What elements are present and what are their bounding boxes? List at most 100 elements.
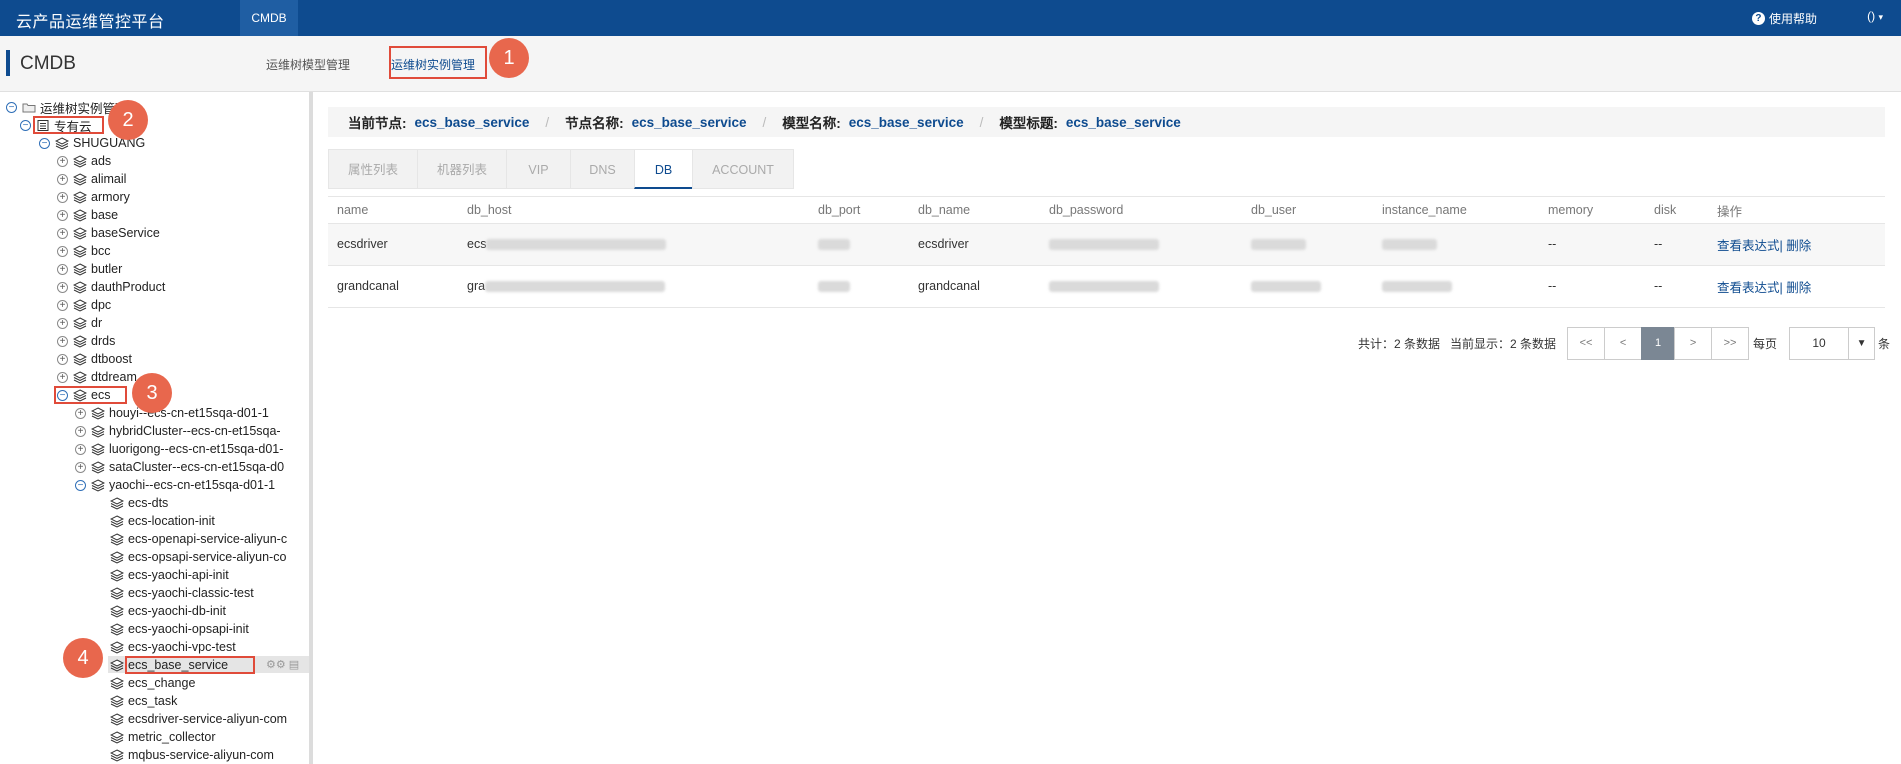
tree-node-label: baseService bbox=[91, 226, 160, 240]
tree-node-service-cluster[interactable]: + sataCluster--ecs-cn-et15sqa-d0 bbox=[75, 458, 284, 476]
column-header[interactable]: db_port bbox=[809, 198, 909, 224]
tree-node-service[interactable]: ecs-yaochi-opsapi-init bbox=[94, 620, 249, 638]
expand-toggle-icon[interactable]: + bbox=[57, 353, 68, 365]
tree-node-service[interactable]: ecs_change bbox=[94, 674, 195, 692]
expand-toggle-icon[interactable]: + bbox=[57, 209, 68, 221]
layer-stack-icon bbox=[110, 748, 124, 762]
redacted-value bbox=[818, 281, 850, 293]
expand-toggle-icon[interactable]: + bbox=[75, 461, 86, 473]
tree-node-product[interactable]: + dauthProduct bbox=[57, 278, 165, 296]
pager-last-button[interactable]: >> bbox=[1711, 327, 1750, 360]
tree-node-label: bcc bbox=[91, 244, 111, 258]
expand-toggle-icon[interactable]: + bbox=[57, 191, 68, 203]
tree-node-product[interactable]: + dtdream bbox=[57, 368, 137, 386]
tree-node-product[interactable]: + ads bbox=[57, 152, 111, 170]
tab-vip[interactable]: VIP bbox=[506, 149, 570, 189]
tree-node-service[interactable]: ecsdriver-service-aliyun-com bbox=[94, 710, 287, 728]
expand-toggle-icon[interactable]: + bbox=[57, 335, 68, 347]
collapse-toggle-icon[interactable]: − bbox=[75, 479, 86, 491]
expand-toggle-icon[interactable]: + bbox=[57, 173, 68, 185]
expand-toggle-icon[interactable]: + bbox=[57, 317, 68, 329]
tree-node-service[interactable]: ecs-yaochi-api-init bbox=[94, 566, 229, 584]
column-header[interactable]: disk bbox=[1645, 198, 1708, 224]
nav-tab-cmdb[interactable]: CMDB bbox=[240, 0, 298, 36]
tree-node-service[interactable]: ecs-yaochi-classic-test bbox=[94, 584, 254, 602]
column-header[interactable]: db_user bbox=[1242, 198, 1373, 224]
expand-toggle-icon[interactable]: + bbox=[75, 443, 86, 455]
view-expression-link[interactable]: 查看表达式 bbox=[1717, 239, 1780, 253]
user-menu[interactable]: () ▾ bbox=[1867, 9, 1883, 23]
layer-stack-icon bbox=[110, 658, 124, 672]
tree-node-service-cluster[interactable]: − yaochi--ecs-cn-et15sqa-d01-1 bbox=[75, 476, 275, 494]
pager-prev-button[interactable]: < bbox=[1604, 327, 1643, 360]
tree-node-service[interactable]: metric_collector bbox=[94, 728, 216, 746]
expand-toggle-icon[interactable]: + bbox=[57, 371, 68, 383]
expand-toggle-icon[interactable]: + bbox=[57, 245, 68, 257]
expand-toggle-icon[interactable]: + bbox=[57, 155, 68, 167]
tree-node-service-cluster[interactable]: + luorigong--ecs-cn-et15sqa-d01- bbox=[75, 440, 283, 458]
tree-node-service-cluster[interactable]: + hybridCluster--ecs-cn-et15sqa- bbox=[75, 422, 281, 440]
pager-first-button[interactable]: << bbox=[1567, 327, 1606, 360]
tree-node-service-cluster[interactable]: + houyi--ecs-cn-et15sqa-d01-1 bbox=[75, 404, 269, 422]
column-header[interactable]: instance_name bbox=[1373, 198, 1539, 224]
tree-node-label: ecs-location-init bbox=[128, 514, 215, 528]
node-settings-icon[interactable]: ⚙⚙ bbox=[266, 659, 286, 671]
tree-node-product[interactable]: + baseService bbox=[57, 224, 160, 242]
tab-db[interactable]: DB bbox=[634, 149, 692, 189]
tree-node-label: houyi--ecs-cn-et15sqa-d01-1 bbox=[109, 406, 269, 420]
collapse-toggle-icon[interactable]: − bbox=[6, 101, 17, 113]
view-expression-link[interactable]: 查看表达式 bbox=[1717, 281, 1780, 295]
tab-attribute-list[interactable]: 属性列表 bbox=[328, 149, 417, 189]
expand-toggle-icon[interactable]: + bbox=[57, 299, 68, 311]
column-header[interactable]: db_host bbox=[458, 198, 809, 224]
cell-name: ecsdriver bbox=[328, 223, 458, 266]
tree-node-service[interactable]: ecs-opsapi-service-aliyun-co bbox=[94, 548, 286, 566]
tree-node-product[interactable]: + butler bbox=[57, 260, 122, 278]
node-menu-icon[interactable]: ▤ bbox=[289, 659, 299, 671]
expand-toggle-icon[interactable]: + bbox=[75, 407, 86, 419]
pager-page-button[interactable]: 1 bbox=[1641, 327, 1676, 360]
chevron-down-icon[interactable]: ▼ bbox=[1848, 327, 1876, 360]
tab-account[interactable]: ACCOUNT bbox=[692, 149, 794, 189]
tree-node-product[interactable]: + dtboost bbox=[57, 350, 132, 368]
expand-toggle-icon[interactable]: + bbox=[57, 263, 68, 275]
collapse-toggle-icon[interactable]: − bbox=[39, 137, 50, 149]
cell-db-name: grandcanal bbox=[909, 265, 1040, 308]
delete-link[interactable]: 删除 bbox=[1786, 281, 1811, 295]
tab-tree-model-management[interactable]: 运维树模型管理 bbox=[266, 56, 350, 73]
column-header[interactable]: db_password bbox=[1040, 198, 1242, 224]
column-header[interactable]: name bbox=[328, 198, 458, 224]
tree-node-service[interactable]: ecs-yaochi-db-init bbox=[94, 602, 226, 620]
redacted-value bbox=[1251, 281, 1321, 293]
column-header[interactable]: memory bbox=[1539, 198, 1645, 224]
tree-node-service[interactable]: ecs-yaochi-vpc-test bbox=[94, 638, 236, 656]
delete-link[interactable]: 删除 bbox=[1786, 239, 1811, 253]
tab-machine-list[interactable]: 机器列表 bbox=[417, 149, 506, 189]
chevron-down-icon: ▾ bbox=[1878, 12, 1883, 22]
tree-node-service[interactable]: ecs-dts bbox=[94, 494, 168, 512]
column-header[interactable]: db_name bbox=[909, 198, 1040, 224]
tree-node-product[interactable]: + base bbox=[57, 206, 118, 224]
tree-node-product[interactable]: + dr bbox=[57, 314, 102, 332]
tree-node-product[interactable]: + dpc bbox=[57, 296, 111, 314]
tree-node-product[interactable]: + alimail bbox=[57, 170, 126, 188]
expand-toggle-icon[interactable]: + bbox=[75, 425, 86, 437]
layer-stack-icon bbox=[110, 496, 124, 510]
tree-node-product[interactable]: + drds bbox=[57, 332, 115, 350]
tree-node-product[interactable]: + bcc bbox=[57, 242, 110, 260]
tab-dns[interactable]: DNS bbox=[570, 149, 634, 189]
pager-next-button[interactable]: > bbox=[1674, 327, 1713, 360]
layer-stack-icon bbox=[73, 226, 87, 240]
tree-node-service[interactable]: ecs-location-init bbox=[94, 512, 215, 530]
page-size-select[interactable]: 10 bbox=[1789, 327, 1850, 360]
tree-node-product[interactable]: + armory bbox=[57, 188, 130, 206]
expand-toggle-icon[interactable]: + bbox=[57, 227, 68, 239]
help-link[interactable]: ? 使用帮助 bbox=[1751, 10, 1817, 27]
tree-node-label: yaochi--ecs-cn-et15sqa-d01-1 bbox=[109, 478, 276, 492]
tree-node-service[interactable]: ecs-openapi-service-aliyun-c bbox=[94, 530, 287, 548]
collapse-toggle-icon[interactable]: − bbox=[20, 119, 31, 131]
tree-node-service[interactable]: mqbus-service-aliyun-com bbox=[94, 746, 274, 764]
node-actions[interactable]: ⚙⚙ ▤ bbox=[266, 658, 299, 671]
tree-node-service[interactable]: ecs_task bbox=[94, 692, 177, 710]
expand-toggle-icon[interactable]: + bbox=[57, 281, 68, 293]
